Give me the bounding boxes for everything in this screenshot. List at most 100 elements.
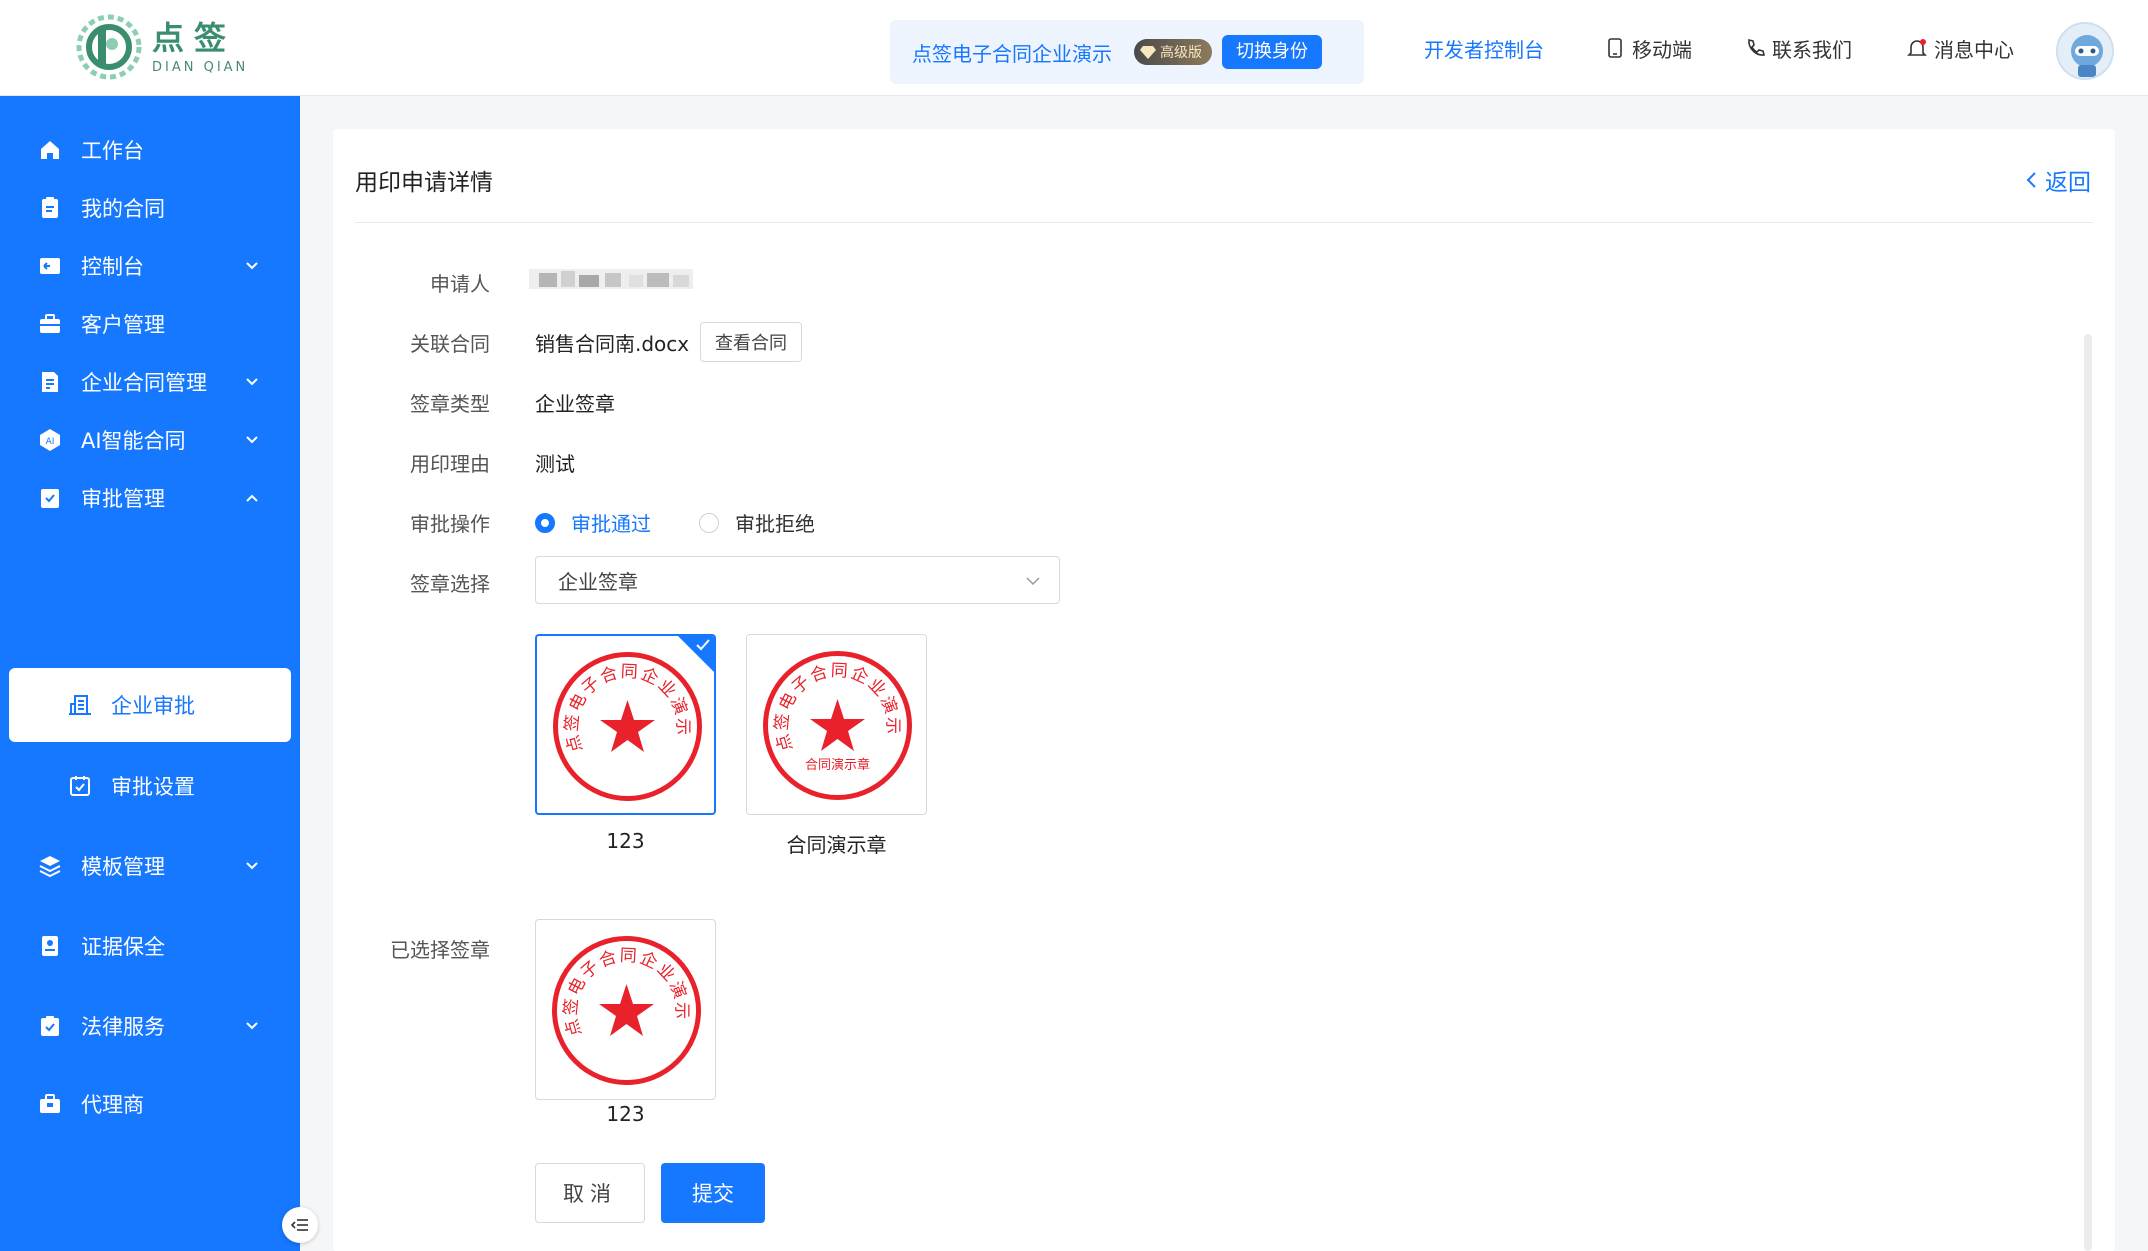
sidebar-item-label: 企业审批: [111, 694, 195, 718]
chosen-seal-preview: 点签电子合同企业演示: [535, 919, 716, 1100]
checkbox-icon: [70, 776, 90, 796]
approval-action-label: 审批操作: [410, 512, 490, 536]
title-divider: [355, 222, 2093, 223]
sidebar-item-evidence[interactable]: 证据保全: [0, 906, 300, 986]
chevron-down-icon: [246, 1022, 258, 1030]
sidebar-item-label: 审批管理: [81, 487, 165, 511]
view-contract-button[interactable]: 查看合同: [700, 322, 802, 362]
avatar-robot-icon: [2071, 35, 2103, 77]
chevron-up-icon: [246, 494, 258, 502]
chosen-seal-label: 已选择签章: [390, 938, 490, 962]
sidebar-item-label: 工作台: [81, 139, 144, 163]
layers-icon: [39, 856, 61, 878]
tier-badge-label: 高级版: [1160, 45, 1202, 61]
sidebar-item-approval-settings[interactable]: 审批设置: [0, 746, 300, 826]
chosen-seal-name: 123: [606, 1102, 645, 1126]
reject-radio-label: 审批拒绝: [735, 512, 815, 536]
scrollbar[interactable]: [2084, 334, 2092, 1251]
diamond-icon: [1140, 46, 1156, 59]
collapse-menu-icon: [291, 1219, 308, 1231]
seal-option-123[interactable]: 点签电子合同企业演示: [535, 634, 716, 815]
sidebar-item-label: 企业合同管理: [81, 371, 207, 395]
evidence-icon: [42, 936, 58, 956]
seal-select-value: 企业签章: [558, 569, 638, 594]
contract-label: 关联合同: [410, 332, 490, 356]
check-icon: [696, 639, 710, 651]
bell-icon: [1907, 39, 1927, 56]
agent-icon: [40, 1094, 60, 1113]
seal-type-value: 企业签章: [535, 392, 615, 416]
seal-select-dropdown[interactable]: 企业签章: [535, 556, 1060, 604]
approve-radio-label: 审批通过: [571, 512, 651, 536]
sidebar-item-label: 控制台: [81, 255, 144, 279]
applicant-name-blurred: [529, 269, 693, 289]
developer-console-label: 开发者控制台: [1424, 37, 1544, 62]
contact-link[interactable]: 联系我们: [1744, 0, 1852, 96]
sidebar-item-label: 证据保全: [81, 935, 165, 959]
developer-console-link[interactable]: 开发者控制台: [1424, 0, 1544, 96]
reject-radio[interactable]: 审批拒绝: [699, 508, 815, 537]
seal-option-name: 合同演示章: [786, 833, 887, 857]
back-link[interactable]: 返回: [2025, 163, 2091, 197]
briefcase-icon: [40, 314, 60, 333]
account-name: 点签电子合同企业演示: [912, 41, 1112, 66]
chevron-down-icon: [246, 862, 258, 870]
document-icon: [42, 372, 58, 392]
logo-mark-icon: [76, 14, 142, 80]
logo[interactable]: 点签 DIAN QIAN: [76, 14, 248, 80]
user-avatar[interactable]: [2056, 22, 2114, 80]
sidebar-item-templates[interactable]: 模板管理: [0, 826, 300, 906]
cancel-button[interactable]: 取消: [535, 1163, 645, 1223]
svg-text:AI: AI: [46, 437, 55, 447]
seal-stamp-icon: 点签电子合同企业演示: [552, 936, 701, 1085]
submit-button[interactable]: 提交: [661, 1163, 765, 1223]
sidebar-item-approval-management[interactable]: 审批管理: [0, 458, 300, 538]
legal-icon: [41, 1016, 59, 1036]
mobile-label: 移动端: [1632, 37, 1692, 62]
detail-card: 用印申请详情 返回 申请人 关联合同 销售合同南.docx 查看合同 签章类型 …: [333, 129, 2115, 1251]
sidebar-item-agents[interactable]: 代理商: [0, 1064, 300, 1144]
radio-checked-icon: [535, 512, 555, 533]
seal-option-name: 123: [606, 829, 645, 853]
radio-unchecked-icon: [699, 512, 719, 533]
seal-option-contract-demo[interactable]: 点签电子合同企业演示 合同演示章: [746, 634, 927, 815]
reason-value: 测试: [535, 452, 575, 476]
sidebar-item-legal[interactable]: 法律服务: [0, 986, 300, 1066]
chevron-down-icon: [1026, 577, 1040, 586]
sidebar-item-label: 模板管理: [81, 855, 165, 879]
back-label: 返回: [2045, 170, 2091, 196]
page-title: 用印申请详情: [355, 170, 493, 196]
chevron-left-icon: [2026, 172, 2036, 188]
mobile-phone-icon: [1608, 38, 1622, 58]
tier-badge: 高级版: [1134, 39, 1212, 65]
sidebar-item-label: 审批设置: [111, 775, 195, 799]
chevron-down-icon: [246, 436, 258, 444]
contract-file-name: 销售合同南.docx: [535, 332, 690, 356]
logo-en-text: DIAN QIAN: [152, 59, 249, 75]
approve-radio[interactable]: 审批通过: [535, 508, 651, 537]
message-center-label: 消息中心: [1934, 37, 2014, 62]
contract-icon: [42, 197, 58, 218]
contact-label: 联系我们: [1772, 37, 1852, 62]
switch-identity-button[interactable]: 切换身份: [1222, 35, 1322, 69]
sidebar-item-label: AI智能合同: [81, 429, 186, 453]
sidebar-item-label: 代理商: [81, 1093, 144, 1117]
sidebar-item-label: 我的合同: [81, 197, 165, 221]
building-icon: [69, 695, 91, 715]
mobile-link[interactable]: 移动端: [1604, 0, 1692, 96]
seal-stamp-icon: 点签电子合同企业演示 合同演示章: [763, 651, 912, 800]
seal-select-label: 签章选择: [410, 572, 490, 596]
top-header: 点签 DIAN QIAN 点签电子合同企业演示 高级版 切换身份 开发者控制台 …: [0, 0, 2148, 96]
console-icon: [40, 258, 60, 274]
sidebar-item-enterprise-approval[interactable]: 企业审批: [9, 668, 291, 742]
home-icon: [41, 141, 59, 159]
chevron-down-icon: [246, 262, 258, 270]
message-center-link[interactable]: 消息中心: [1906, 0, 2014, 96]
phone-icon: [1748, 39, 1765, 56]
applicant-label: 申请人: [430, 272, 490, 296]
sidebar-item-label: 客户管理: [81, 313, 165, 337]
sidebar-collapse-button[interactable]: [282, 1207, 318, 1243]
chevron-down-icon: [246, 378, 258, 386]
seal-type-label: 签章类型: [410, 392, 490, 416]
seal-inner-text: 合同演示章: [805, 757, 870, 773]
